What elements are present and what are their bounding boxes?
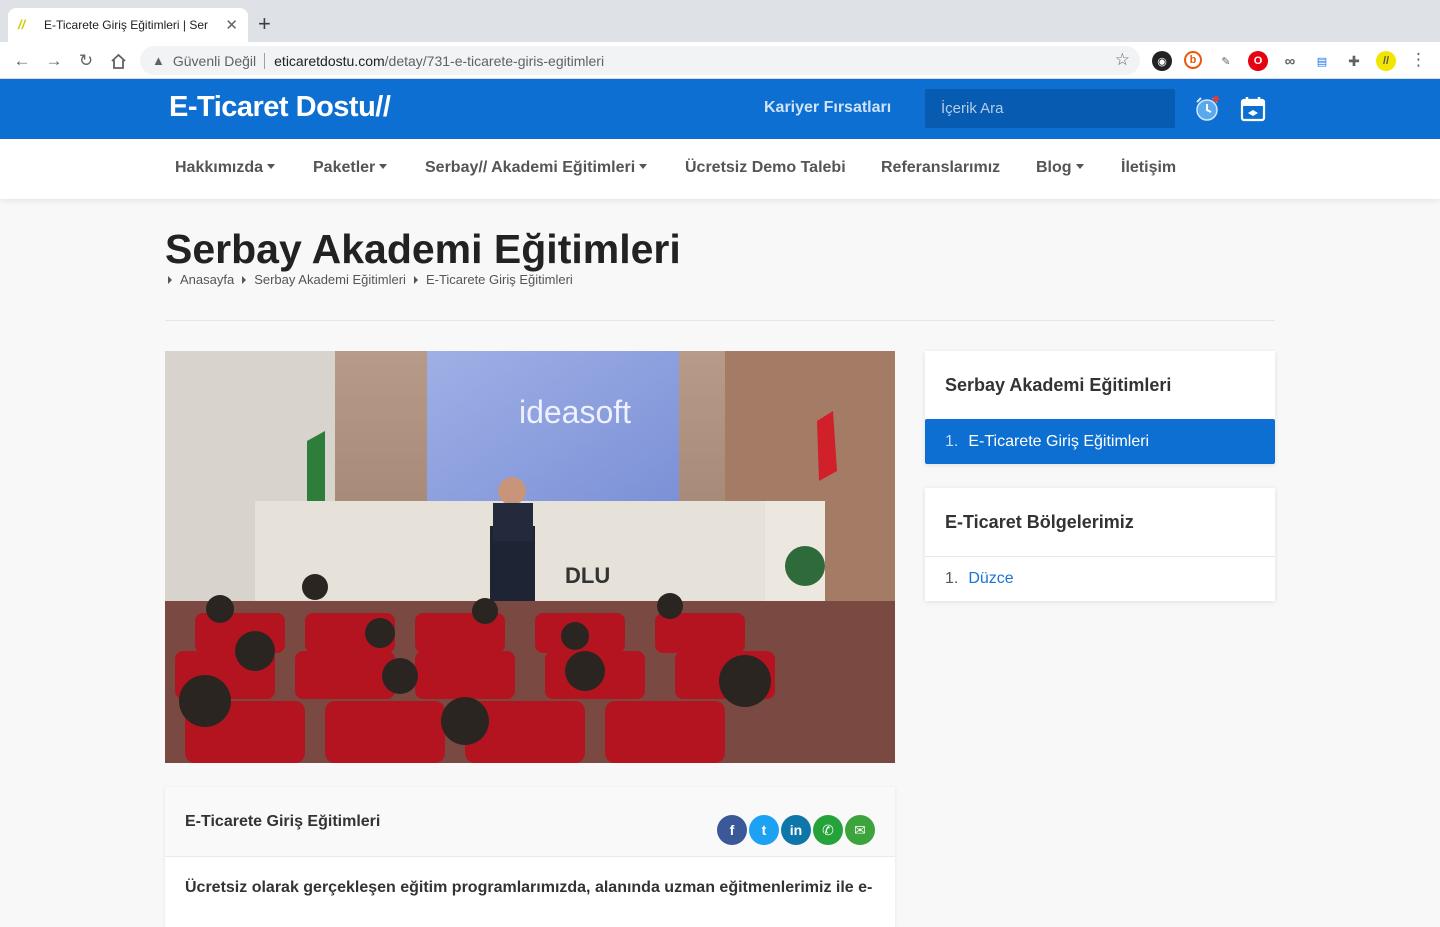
new-tab-icon[interactable]: + [258,12,271,36]
opera-icon[interactable]: O [1248,51,1268,71]
podium-text: DLU [565,563,610,588]
address-bar[interactable]: ▲ Güvenli Değil eticaretdostu.com/detay/… [140,46,1140,75]
career-link[interactable]: Kariyer Fırsatları [764,99,891,117]
close-tab-icon[interactable]: ✕ [225,16,238,34]
browser-tab[interactable]: // E-Ticarete Giriş Eğitimleri | Ser ✕ [8,8,248,42]
sidebar-item-duzce[interactable]: 1. Düzce [925,556,1275,601]
caret-right-icon [168,275,172,284]
seminar-photo: ideasoft DLU [165,351,895,763]
facebook-icon[interactable]: f [717,815,747,845]
nav-label: İletişim [1121,159,1177,176]
caret-down-icon [379,164,388,169]
linkedin-icon[interactable]: in [781,815,811,845]
caret-right-icon [242,275,247,284]
url-path: /detay/731-e-ticarete-giris-egitimleri [384,52,605,69]
twitter-icon[interactable]: t [749,815,779,845]
infinity-icon[interactable]: ∞ [1280,51,1300,71]
email-icon[interactable]: ✉ [845,815,875,845]
not-secure-label: Güvenli Değil [172,52,257,69]
sidebar-item-label: E-Ticarete Giriş Eğitimleri [968,432,1150,450]
site-logo[interactable]: E-Ticaret Dostu// [169,91,391,124]
breadcrumb: Anasayfa Serbay Akademi Eğitimleri E-Tic… [168,272,581,287]
reload-icon[interactable]: ↻ [74,49,98,73]
whatsapp-icon[interactable]: ✆ [813,815,843,845]
forward-icon[interactable]: → [42,49,66,73]
caret-down-icon [267,164,276,169]
url-host: eticaretdostu.com [274,52,385,69]
puzzle-icon[interactable]: ✚ [1344,51,1364,71]
nav-item-references[interactable]: Referanslarımız [881,159,1000,177]
sidebar-item-label: Düzce [968,570,1014,587]
content-card-header: E-Ticarete Giriş Eğitimleri f t in ✆ ✉ [165,787,895,857]
screen-text: ideasoft [519,394,631,430]
search-input[interactable] [925,89,1175,128]
page-title: Serbay Akademi Eğitimleri [165,226,681,272]
site-header: E-Ticaret Dostu// Kariyer Fırsatları [0,79,1440,139]
browser-menu-icon[interactable]: ⋮ [1410,50,1427,70]
eyedropper-icon[interactable]: ✎ [1216,51,1236,71]
warning-icon[interactable]: ▲ [152,53,165,68]
nav-label: Blog [1036,159,1072,176]
browser-tab-bar: // E-Ticarete Giriş Eğitimleri | Ser ✕ + [0,0,1440,42]
sidebar-regions-title: E-Ticaret Bölgelerimiz [945,512,1134,532]
main-nav: Hakkımızda Paketler Serbay// Akademi Eği… [0,139,1440,199]
breadcrumb-current: E-Ticarete Giriş Eğitimleri [425,272,573,287]
caret-down-icon [1075,164,1084,169]
caret-right-icon [413,275,418,284]
list-number: 1. [945,570,959,587]
nav-label: Referanslarımız [881,159,1001,176]
sidebar-academy-title: Serbay Akademi Eğitimleri [945,375,1172,395]
nav-item-contact[interactable]: İletişim [1121,159,1176,177]
content-title: E-Ticarete Giriş Eğitimleri [185,813,381,830]
nav-item-blog[interactable]: Blog [1036,159,1084,177]
nav-item-about[interactable]: Hakkımızda [175,159,276,177]
vpn-icon[interactable]: ◉ [1152,51,1172,71]
nav-label: Paketler [313,159,376,176]
tab-title: E-Ticarete Giriş Eğitimleri | Ser [44,18,209,32]
content-card: E-Ticarete Giriş Eğitimleri f t in ✆ ✉ Ü… [165,787,895,927]
calendar-icon[interactable] [1239,95,1267,123]
breadcrumb-academy[interactable]: Serbay Akademi Eğitimleri [254,272,406,287]
b-extension-icon[interactable]: b [1184,51,1202,69]
title-divider [165,320,1275,321]
nav-item-demo[interactable]: Ücretsiz Demo Talebi [685,159,846,177]
sidebar-academy-card: Serbay Akademi Eğitimleri 1. E-Ticarete … [925,351,1275,464]
profile-icon[interactable]: // [1376,51,1396,71]
sidebar-regions-card: E-Ticaret Bölgelerimiz 1. Düzce [925,488,1275,601]
nav-item-academy[interactable]: Serbay// Akademi Eğitimleri [425,159,648,177]
nav-item-packages[interactable]: Paketler [313,159,388,177]
list-number: 1. [945,432,959,450]
browser-toolbar: ← → ↻ ▲ Güvenli Değil eticaretdostu.com /… [0,42,1440,79]
bookmark-star-icon[interactable]: ☆ [1115,50,1130,70]
content-intro: Ücretsiz olarak gerçekleşen eğitim progr… [185,879,873,896]
alarm-clock-icon[interactable] [1193,95,1221,123]
caret-down-icon [639,164,648,169]
site-favicon-icon: // [18,17,26,32]
omnibox-separator [264,52,266,69]
nav-label: Hakkımızda [175,159,264,176]
nav-label: Ücretsiz Demo Talebi [685,159,846,176]
nav-label: Serbay// Akademi Eğitimleri [425,159,636,176]
home-icon[interactable] [106,49,130,73]
sidebar-item-intro-training[interactable]: 1. E-Ticarete Giriş Eğitimleri [925,419,1275,464]
back-icon[interactable]: ← [10,49,34,73]
counter-icon[interactable]: ▤ [1312,51,1332,71]
breadcrumb-home[interactable]: Anasayfa [180,272,234,287]
